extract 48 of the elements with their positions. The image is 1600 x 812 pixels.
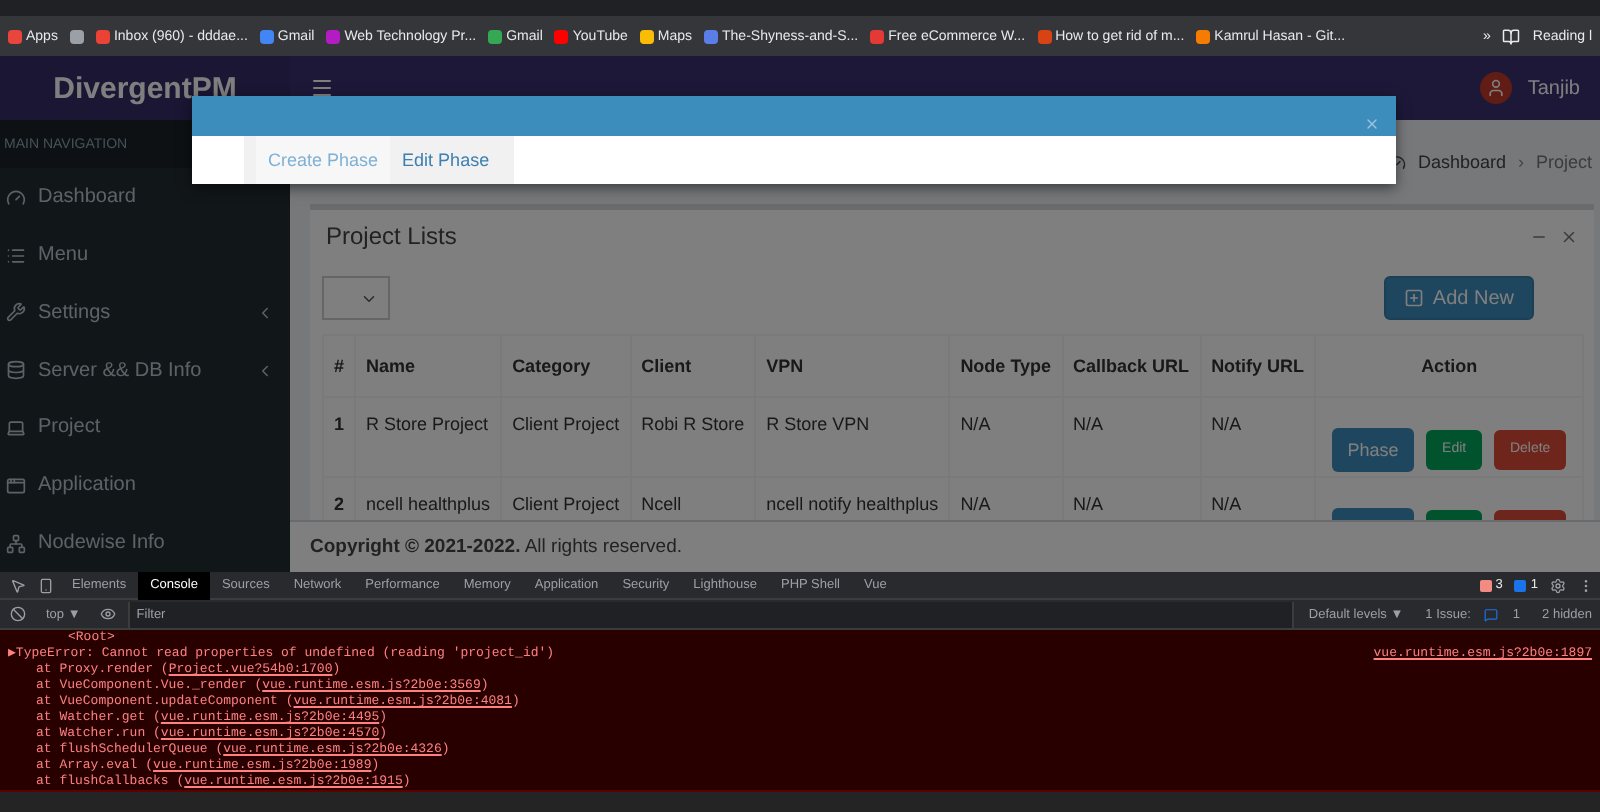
inspect-icon[interactable] — [10, 577, 26, 593]
sidebar-item[interactable]: Nodewise Info — [0, 514, 290, 572]
table-cell: Robi R Store — [630, 397, 756, 477]
sidebar-item[interactable]: Dashboard — [0, 168, 290, 227]
table-cell: 1 — [323, 397, 356, 477]
app-window-icon — [6, 475, 26, 496]
message-icon — [1484, 607, 1499, 621]
column-header: Action — [1315, 335, 1584, 397]
device-icon[interactable] — [38, 577, 54, 593]
column-header: VPN — [755, 335, 950, 397]
breadcrumb-link[interactable]: Dashboard — [1417, 152, 1506, 172]
column-header: Node Type — [949, 335, 1063, 397]
breadcrumb-separator: › — [1517, 152, 1524, 172]
table-cell: N/A — [1062, 397, 1201, 477]
column-header: Name — [355, 335, 502, 397]
sidebar-item[interactable]: Menu — [0, 226, 290, 284]
reading-list-icon — [1502, 27, 1521, 45]
table-cell: N/A — [1200, 397, 1316, 477]
table-cell: R Store Project — [355, 397, 502, 477]
footer-text: Copyright © 2021-2022. All rights reserved. — [290, 520, 1600, 572]
column-header: # — [323, 335, 356, 397]
gauge-icon — [6, 187, 26, 208]
database-icon — [6, 360, 26, 381]
table-cell: R Store VPN — [755, 397, 950, 477]
column-header: Notify URL — [1200, 335, 1316, 397]
table-cell: Client Project — [501, 397, 631, 477]
column-header: Client — [630, 335, 756, 397]
settings-icon[interactable] — [1550, 577, 1566, 593]
wrench-icon — [6, 302, 26, 323]
user-avatar — [1479, 72, 1512, 104]
sidebar-item[interactable]: Server && DB Info — [0, 341, 290, 400]
sidebar-item[interactable]: Project — [0, 399, 290, 457]
laptop-icon — [6, 417, 26, 438]
plus-icon — [1404, 288, 1425, 308]
column-header: Category — [501, 335, 631, 397]
table-cell: N/A — [949, 397, 1063, 477]
network-icon — [6, 533, 26, 554]
panel-title: Project Lists — [326, 222, 459, 250]
sidebar-item[interactable]: Application — [0, 456, 290, 515]
clear-icon[interactable] — [10, 606, 26, 622]
user-name[interactable]: Tanjib — [1527, 77, 1580, 99]
eye-icon[interactable] — [100, 606, 117, 622]
menu-icon[interactable] — [310, 76, 334, 100]
sidebar-item[interactable]: Settings — [0, 284, 290, 342]
list-icon — [6, 245, 26, 266]
column-header: Callback URL — [1062, 335, 1201, 397]
close-icon[interactable] — [1560, 227, 1578, 245]
dialog-tab[interactable]: Edit Phase — [390, 136, 502, 184]
